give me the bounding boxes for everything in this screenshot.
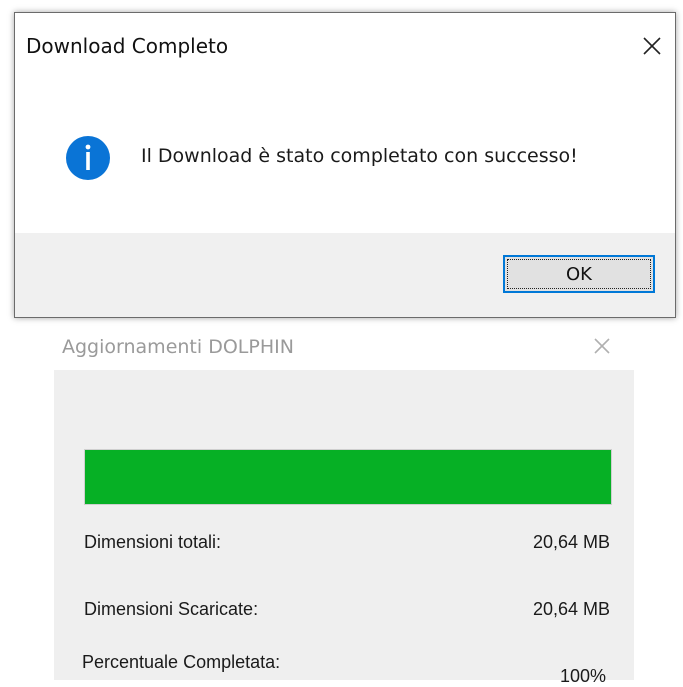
updates-window-body: Dimensioni totali: 20,64 MB Dimensioni S… (54, 370, 634, 686)
updates-window: Aggiornamenti DOLPHIN Dimensioni totali:… (52, 322, 636, 686)
updates-window-titlebar: Aggiornamenti DOLPHIN (52, 322, 636, 370)
percent-complete-value: 100% (559, 666, 606, 686)
download-complete-dialog: Download Completo Il Download è stato co… (14, 12, 676, 318)
downloaded-size-value: 20,64 MB (532, 599, 610, 619)
download-progress-bar (84, 449, 612, 505)
percent-complete-label: Percentuale Completata: (82, 652, 281, 672)
total-size-label: Dimensioni totali: (84, 532, 222, 552)
updates-window-title: Aggiornamenti DOLPHIN (62, 336, 294, 358)
total-size-value: 20,64 MB (532, 532, 610, 552)
dialog-titlebar: Download Completo (15, 13, 675, 77)
close-icon[interactable] (639, 33, 665, 59)
dialog-message: Il Download è stato completato con succe… (141, 145, 578, 167)
downloaded-size-label: Dimensioni Scaricate: (84, 599, 259, 619)
dialog-footer: OK (15, 233, 675, 317)
close-icon[interactable] (588, 332, 616, 360)
download-progress-fill (85, 450, 611, 504)
ok-button[interactable]: OK (503, 255, 655, 293)
dialog-title: Download Completo (26, 34, 229, 58)
info-icon (66, 136, 110, 180)
